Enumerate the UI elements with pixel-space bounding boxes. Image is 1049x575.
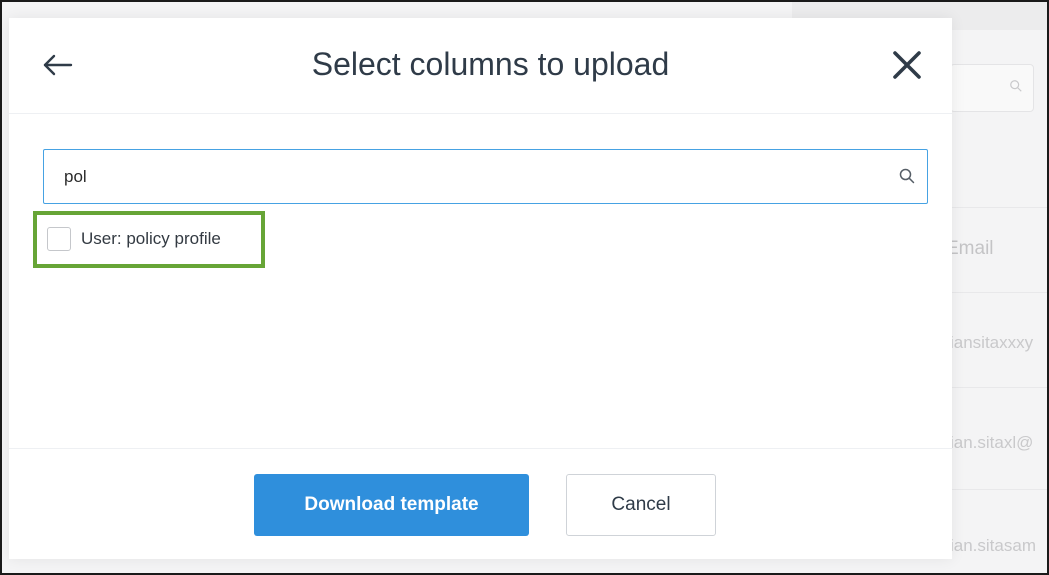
cancel-button[interactable]: Cancel xyxy=(566,474,716,536)
close-icon[interactable] xyxy=(889,47,925,83)
column-search-input[interactable] xyxy=(44,150,894,203)
background-row-divider xyxy=(942,387,1047,388)
modal-header: Select columns to upload xyxy=(9,18,952,114)
modal-footer: Download template Cancel xyxy=(9,448,952,559)
policy-profile-label[interactable]: User: policy profile xyxy=(81,229,221,249)
background-row-divider xyxy=(942,207,1047,208)
background-email-cell: ian.sitasam xyxy=(950,536,1036,555)
background-row-divider xyxy=(942,292,1047,293)
select-columns-modal: Select columns to upload User: policy pr… xyxy=(9,18,952,559)
policy-profile-checkbox[interactable] xyxy=(47,227,71,251)
download-template-button[interactable]: Download template xyxy=(254,474,529,536)
background-column-header: Email xyxy=(946,238,994,259)
background-email-cell: iansitaxxxy xyxy=(950,333,1034,352)
background-row-divider xyxy=(942,489,1047,490)
search-icon xyxy=(1010,80,1022,92)
modal-title: Select columns to upload xyxy=(311,46,670,82)
screenshot-frame: Email iansitaxxxy ian.sitaxl@ ian.sitasa… xyxy=(0,0,1049,575)
column-search-box xyxy=(43,149,928,204)
background-email-cell: ian.sitaxl@ xyxy=(950,433,1034,452)
search-icon[interactable] xyxy=(898,167,916,185)
